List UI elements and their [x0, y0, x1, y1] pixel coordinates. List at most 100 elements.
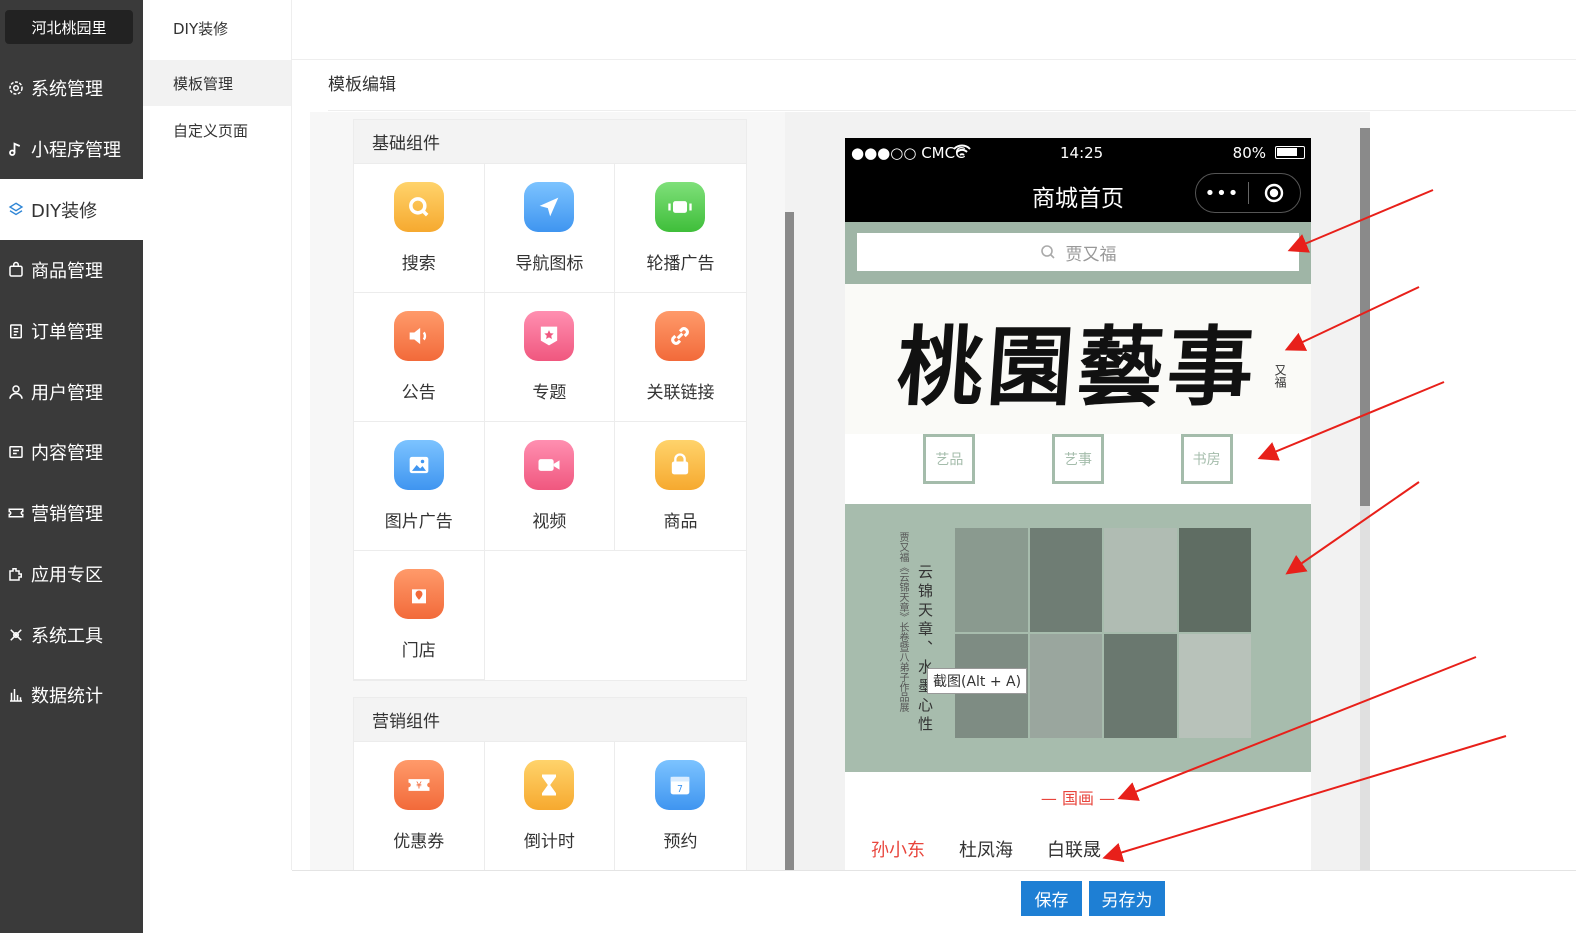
svg-text:¥: ¥ [416, 781, 422, 792]
menu-item-label: 应用专区 [31, 564, 103, 586]
close-target-icon[interactable] [1249, 182, 1300, 204]
menu-item-orders[interactable]: 订单管理 [0, 301, 143, 362]
preview-section-title[interactable]: — 国画 — [845, 772, 1311, 822]
menu-item-miniprogram[interactable]: 小程序管理 [0, 119, 143, 180]
preview-search-component[interactable]: 贾又福 [845, 222, 1311, 284]
component-topic[interactable]: 专题 [484, 293, 616, 422]
menu-item-label: 订单管理 [31, 322, 103, 344]
artist-tab[interactable]: 白联晟 [1047, 836, 1101, 862]
search-icon [393, 182, 444, 232]
component-carousel[interactable]: 轮播广告 [615, 164, 746, 293]
search-icon [1040, 245, 1055, 259]
wifi-icon [953, 144, 971, 162]
preview-scrollbar-thumb[interactable] [1360, 128, 1370, 506]
portrait-photo [1178, 634, 1251, 738]
component-label: 专题 [532, 383, 567, 403]
component-link[interactable]: 关联链接 [615, 293, 746, 422]
carrier-text: ●●●○○ CMCC [851, 144, 966, 162]
calendar-icon: 7 [655, 760, 706, 810]
preview-search-box[interactable]: 贾又福 [857, 233, 1299, 271]
svg-text:7: 7 [678, 784, 684, 795]
wrench-icon [6, 625, 26, 645]
poster-title: 云锦天章、水墨心性 [916, 564, 934, 735]
component-notice[interactable]: 公告 [354, 293, 485, 422]
component-label: 关联链接 [646, 383, 715, 403]
portrait-photo [1029, 634, 1102, 738]
phone-navbar: 商城首页 ••• [845, 167, 1311, 222]
save-as-button[interactable]: 另存为 [1089, 881, 1165, 916]
preview-image-ad-component[interactable]: 贾又福《云锦天章》长卷暨八弟子作品展 云锦天章、水墨心性 截图(Alt + A) [845, 504, 1311, 772]
miniprogram-capsule[interactable]: ••• [1195, 173, 1301, 213]
group-title: 基础组件 [354, 120, 746, 164]
component-search[interactable]: 搜索 [354, 164, 485, 293]
video-camera-icon [524, 440, 575, 490]
component-panel-scrollbar[interactable] [785, 212, 794, 870]
subnav-title: DIY装修 [173, 20, 229, 38]
component-image-ad[interactable]: 图片广告 [354, 422, 485, 551]
cube-icon [6, 200, 26, 220]
image-icon [393, 440, 444, 490]
artist-tab[interactable]: 杜凤海 [959, 836, 1013, 862]
category-item[interactable]: 艺品 [923, 434, 976, 484]
menu-item-users[interactable]: 用户管理 [0, 361, 143, 422]
banner-seal: 又福 [1273, 364, 1287, 388]
component-label: 商品 [663, 512, 698, 532]
artist-tab[interactable]: 孙小东 [871, 836, 925, 862]
component-nav-icons[interactable]: 导航图标 [484, 164, 616, 293]
portrait-photo [955, 528, 1028, 632]
banner-calligraphy: 桃園藝事 [893, 316, 1261, 418]
menu-item-label: 系统工具 [31, 625, 103, 647]
portrait-photo [1178, 528, 1251, 632]
bar-chart-icon [6, 685, 26, 705]
more-icon[interactable]: ••• [1196, 183, 1248, 204]
menu-item-diy[interactable]: DIY装修 [0, 179, 143, 241]
menu-item-marketing[interactable]: 营销管理 [0, 483, 143, 544]
document-icon [6, 442, 26, 462]
category-item[interactable]: 艺事 [1051, 434, 1104, 484]
menu-item-tools[interactable]: 系统工具 [0, 604, 143, 665]
search-placeholder: 贾又福 [1065, 244, 1117, 265]
menu-item-label: 内容管理 [31, 443, 103, 465]
poster-photo-grid [955, 528, 1251, 738]
status-time: 14:25 [1060, 144, 1104, 162]
component-label: 视频 [532, 512, 567, 532]
component-video[interactable]: 视频 [484, 422, 616, 551]
component-reservation[interactable]: 7 预约 [615, 742, 746, 870]
battery-icon [1275, 146, 1305, 159]
phone-preview: ●●●○○ CMCC 14:25 80% 商城首页 ••• 贾又福 桃園藝事 又… [845, 138, 1311, 870]
menu-item-content[interactable]: 内容管理 [0, 422, 143, 483]
category-item[interactable]: 书房 [1180, 434, 1233, 484]
component-countdown[interactable]: 倒计时 [484, 742, 616, 870]
brand-logo[interactable]: 河北桃园里 [5, 10, 133, 44]
header-divider [292, 59, 1576, 60]
component-label: 预约 [663, 832, 698, 852]
phone-status-bar: ●●●○○ CMCC 14:25 80% [845, 138, 1311, 167]
ticket-icon [6, 503, 26, 523]
menu-item-goods[interactable]: 商品管理 [0, 240, 143, 301]
star-badge-icon [524, 311, 575, 361]
component-label: 图片广告 [384, 512, 453, 532]
component-label: 公告 [401, 383, 436, 403]
menu-item-apps[interactable]: 应用专区 [0, 544, 143, 605]
save-button[interactable]: 保存 [1021, 881, 1082, 916]
music-note-icon [6, 139, 26, 159]
menu-item-stats[interactable]: 数据统计 [0, 665, 143, 726]
component-goods[interactable]: 商品 [615, 422, 746, 551]
link-icon [655, 311, 706, 361]
subnav-item-template-manage[interactable]: 模板管理 [143, 60, 291, 106]
portrait-photo [1029, 528, 1102, 632]
clipboard-icon [6, 321, 26, 341]
menu-item-label: 数据统计 [31, 686, 103, 708]
preview-nav-icons-component[interactable]: 艺品 艺事 书房 [845, 434, 1311, 504]
component-coupon[interactable]: ¥ 优惠券 [354, 742, 485, 870]
page-title: 模板编辑 [328, 75, 396, 95]
menu-item-system[interactable]: 系统管理 [0, 58, 143, 119]
component-store[interactable]: 门店 [354, 551, 485, 680]
subnav-item-custom-page[interactable]: 自定义页面 [143, 107, 291, 153]
preview-banner-component[interactable]: 桃園藝事 又福 [845, 284, 1311, 434]
component-label: 轮播广告 [646, 254, 715, 274]
component-label: 优惠券 [393, 832, 445, 852]
user-icon [6, 382, 26, 402]
main-sidebar: 河北桃园里 系统管理 小程序管理 DIY装修 商品管理 订单管理 用户管理 内容… [0, 0, 143, 933]
map-pin-icon [393, 569, 444, 619]
